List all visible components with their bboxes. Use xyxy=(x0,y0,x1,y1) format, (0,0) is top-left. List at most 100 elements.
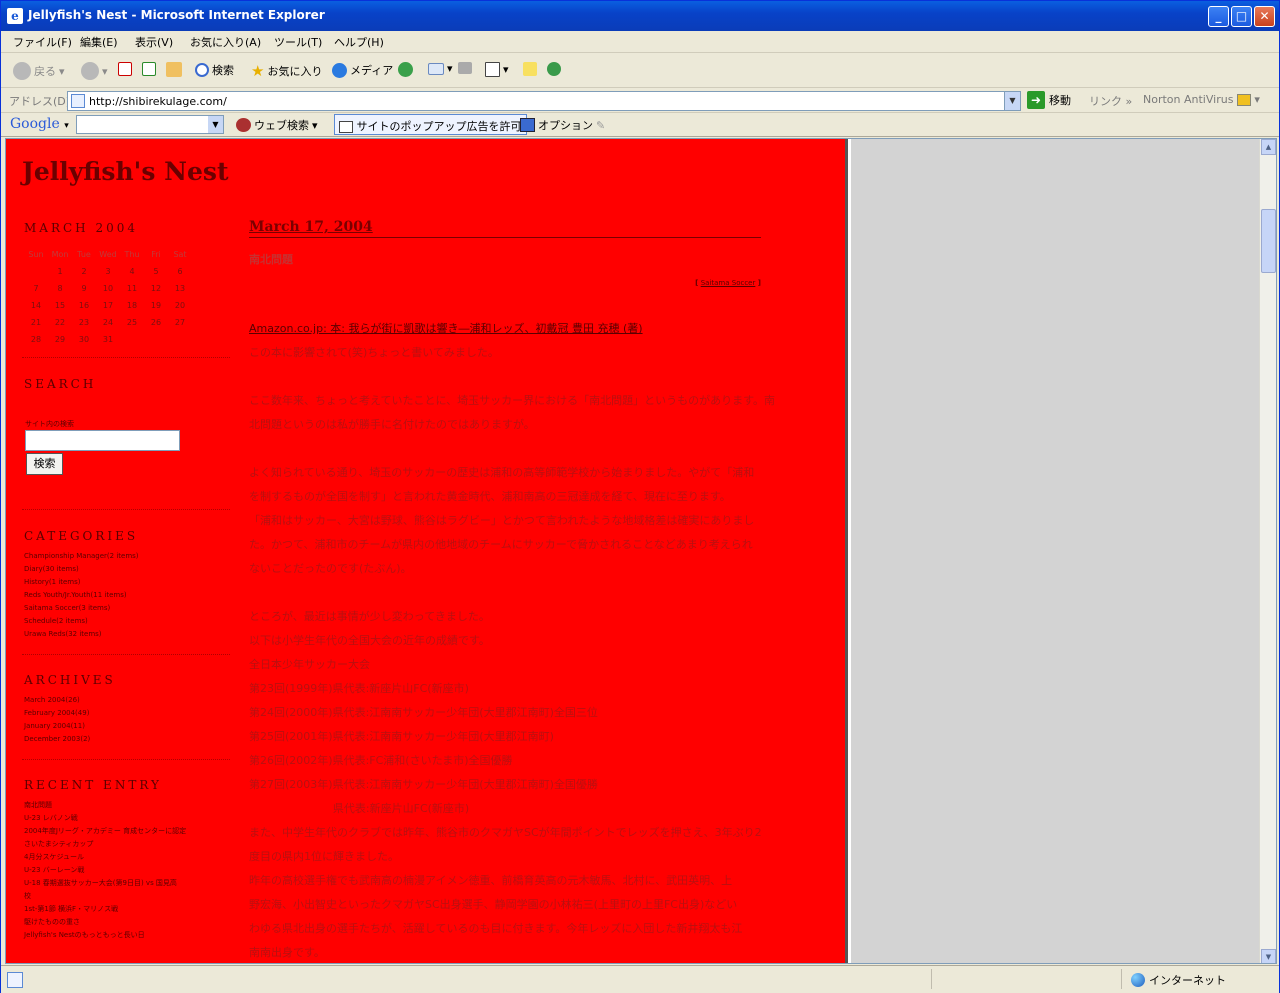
calendar-day[interactable]: 27 xyxy=(168,314,192,331)
calendar-day[interactable]: 5 xyxy=(144,263,168,280)
calendar-day[interactable]: 30 xyxy=(72,331,96,348)
calendar-day[interactable]: 16 xyxy=(72,297,96,314)
calendar-day[interactable]: 21 xyxy=(24,314,48,331)
menu-file[interactable]: ファイル(F) xyxy=(13,34,72,50)
recent-entry-link[interactable]: さいたまシティカップ xyxy=(24,838,224,851)
category-link[interactable]: Saitama Soccer(3 items) xyxy=(24,602,224,615)
google-search-input[interactable]: ▼ xyxy=(76,115,224,134)
calendar-day[interactable]: 2 xyxy=(72,263,96,280)
scroll-thumb[interactable] xyxy=(1261,209,1276,273)
recent-entry-link[interactable]: 校 xyxy=(24,890,224,903)
google-search-dropdown-icon[interactable]: ▼ xyxy=(208,116,223,133)
calendar-day[interactable]: 11 xyxy=(120,280,144,297)
category-link[interactable]: Championship Manager(2 items) xyxy=(24,550,224,563)
amazon-link[interactable]: Amazon.co.jp: 本: 我らが街に凱歌は響き―浦和レッズ、初戴冠 豊田… xyxy=(249,320,643,336)
refresh-button[interactable] xyxy=(142,62,156,76)
scroll-up-icon[interactable]: ▲ xyxy=(1261,139,1276,155)
address-dropdown-icon[interactable]: ▼ xyxy=(1004,92,1020,110)
close-button[interactable]: ✕ xyxy=(1254,6,1275,27)
recent-entry-link[interactable]: U-23 レバノン戦 xyxy=(24,812,224,825)
calendar-day[interactable]: 23 xyxy=(72,314,96,331)
recent-entry-link[interactable]: U-23 バーレーン戦 xyxy=(24,864,224,877)
site-search-button[interactable]: 検索 xyxy=(26,453,63,475)
calendar-day[interactable]: 26 xyxy=(144,314,168,331)
recent-entry-link[interactable]: Jellyfish's Nestのもっともっと長い日 xyxy=(24,929,224,942)
category-link[interactable]: Schedule(2 items) xyxy=(24,615,224,628)
calendar-day[interactable]: 14 xyxy=(24,297,48,314)
vertical-scrollbar[interactable]: ▲ ▼ xyxy=(1259,139,1276,963)
calendar-day[interactable]: 12 xyxy=(144,280,168,297)
forward-button[interactable]: ▾ xyxy=(81,62,108,80)
media-button[interactable]: メディア xyxy=(332,62,393,78)
menu-view[interactable]: 表示(V) xyxy=(135,34,173,50)
menu-help[interactable]: ヘルプ(H) xyxy=(334,34,384,50)
menu-edit[interactable]: 編集(E) xyxy=(80,34,118,50)
calendar-day[interactable]: 22 xyxy=(48,314,72,331)
calendar-day[interactable]: 1 xyxy=(48,263,72,280)
popup-allow-button[interactable]: サイトのポップアップ広告を許可 xyxy=(334,114,527,135)
web-search-button[interactable]: ウェブ検索 ▾ xyxy=(236,117,318,133)
edit-button[interactable]: ▾ xyxy=(485,62,509,77)
google-logo[interactable]: Google ▾ xyxy=(10,116,69,132)
calendar-day[interactable]: 10 xyxy=(96,280,120,297)
calendar-day[interactable]: 29 xyxy=(48,331,72,348)
calendar-day[interactable]: 17 xyxy=(96,297,120,314)
minimize-button[interactable]: _ xyxy=(1208,6,1229,27)
discuss-button[interactable] xyxy=(523,62,537,76)
calendar-day[interactable]: 18 xyxy=(120,297,144,314)
archive-link[interactable]: March 2004(26) xyxy=(24,694,224,707)
archive-link[interactable]: February 2004(49) xyxy=(24,707,224,720)
recent-entry-link[interactable]: 南北問題 xyxy=(24,799,224,812)
menu-tools[interactable]: ツール(T) xyxy=(274,34,322,50)
category-link[interactable]: Diary(30 items) xyxy=(24,563,224,576)
options-button[interactable]: オプション ✎ xyxy=(520,117,605,133)
history-button[interactable] xyxy=(398,62,413,77)
recent-entry-link[interactable]: 4月分スケジュール xyxy=(24,851,224,864)
calendar-day[interactable]: 28 xyxy=(24,331,48,348)
site-title[interactable]: Jellyfish's Nest xyxy=(22,157,229,186)
archive-link[interactable]: December 2003(2) xyxy=(24,733,224,746)
links-button[interactable]: リンク » xyxy=(1089,93,1132,109)
calendar-day[interactable]: 24 xyxy=(96,314,120,331)
calendar-day[interactable]: 6 xyxy=(168,263,192,280)
calendar-day[interactable]: 4 xyxy=(120,263,144,280)
calendar-day[interactable]: 25 xyxy=(120,314,144,331)
home-button[interactable] xyxy=(166,62,182,77)
go-button[interactable]: ➜ 移動 xyxy=(1027,91,1071,109)
print-button[interactable] xyxy=(458,62,472,74)
calendar-day[interactable]: 8 xyxy=(48,280,72,297)
calendar-day[interactable]: 3 xyxy=(96,263,120,280)
archive-link[interactable]: January 2004(11) xyxy=(24,720,224,733)
calendar-day[interactable]: 19 xyxy=(144,297,168,314)
mail-button[interactable]: ▾ xyxy=(428,62,453,75)
divider xyxy=(22,509,230,510)
calendar-day[interactable]: 13 xyxy=(168,280,192,297)
back-button[interactable]: 戻る ▾ xyxy=(13,62,65,80)
maximize-button[interactable]: □ xyxy=(1231,6,1252,27)
recent-entry-link[interactable]: U-18 春期選抜サッカー大会(第9日目) vs 国見高 xyxy=(24,877,224,890)
calendar-day[interactable]: 31 xyxy=(96,331,120,348)
category-link[interactable]: Reds Youth/Jr.Youth(11 items) xyxy=(24,589,224,602)
category-link[interactable]: History(1 items) xyxy=(24,576,224,589)
site-search-input[interactable] xyxy=(25,430,180,451)
calendar-day[interactable]: 9 xyxy=(72,280,96,297)
recent-entry-link[interactable]: 1st-第1節 横浜F・マリノス戦 xyxy=(24,903,224,916)
post-paragraph-line: 「浦和はサッカー、大宮は野球、熊谷はラグビー」とかつて言われたような地域格差は確… xyxy=(249,514,755,527)
post-paragraph-line: 第23回(1999年)県代表:新座片山FC(新座市) xyxy=(249,682,469,695)
stop-button[interactable] xyxy=(118,62,132,76)
calendar-day[interactable]: 20 xyxy=(168,297,192,314)
search-button[interactable]: 検索 xyxy=(195,62,234,78)
calendar-day[interactable]: 7 xyxy=(24,280,48,297)
address-input[interactable]: http://shibirekulage.com/ ▼ xyxy=(67,91,1021,111)
calendar-day[interactable]: 15 xyxy=(48,297,72,314)
post-category-link[interactable]: Saitama Soccer xyxy=(701,279,756,287)
recent-entry-link[interactable]: 2004年度Jリーグ・アカデミー 育成センターに認定 xyxy=(24,825,224,838)
norton-antivirus-button[interactable]: Norton AntiVirus ▾ xyxy=(1143,93,1260,106)
category-link[interactable]: Urawa Reds(32 items) xyxy=(24,628,224,641)
menu-favorites[interactable]: お気に入り(A) xyxy=(190,34,261,50)
scroll-down-icon[interactable]: ▼ xyxy=(1261,949,1276,963)
favorites-button[interactable]: ★ お気に入り xyxy=(251,62,322,80)
recent-entry-link[interactable]: 駆けたものの重さ xyxy=(24,916,224,929)
messenger-button[interactable] xyxy=(547,62,561,76)
post-title[interactable]: 南北問題 xyxy=(249,251,293,267)
